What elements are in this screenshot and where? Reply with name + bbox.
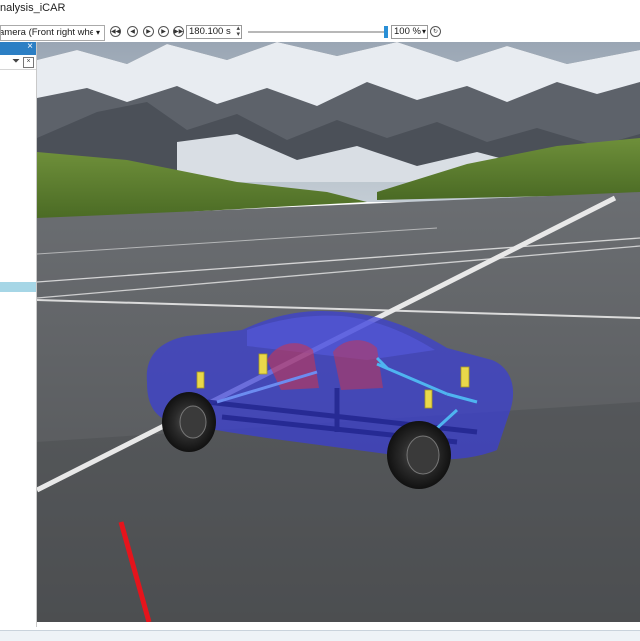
- clear-filter-icon[interactable]: ×: [23, 57, 34, 68]
- time-input[interactable]: 180.100 s ▴ ▾: [186, 25, 242, 39]
- time-slider[interactable]: [248, 26, 388, 38]
- animation-toolbar: amera (Front right wheel - 12) ▾ ◀◀ ◀ ▶ …: [0, 22, 640, 42]
- panel-toolbar: ⏷ ×: [0, 55, 36, 70]
- front-wheel: [387, 421, 451, 489]
- zoom-value: 100 %: [394, 26, 421, 37]
- zoom-select[interactable]: 100 % ▾: [391, 25, 428, 39]
- scene-canvas: [37, 42, 640, 622]
- left-panel: × ⏷ ×: [0, 41, 37, 627]
- step-back-icon[interactable]: ◀: [127, 26, 138, 37]
- time-slider-thumb[interactable]: [384, 26, 388, 38]
- start-icon[interactable]: ◀◀: [110, 26, 121, 37]
- play-icon[interactable]: ▶: [143, 26, 154, 37]
- end-icon[interactable]: ▶▶: [173, 26, 184, 37]
- animation-viewport[interactable]: [37, 42, 640, 622]
- selected-tree-row[interactable]: [0, 282, 36, 292]
- panel-header: ×: [0, 41, 36, 55]
- filter-icon[interactable]: ⏷: [12, 56, 20, 67]
- title-bar: nalysis_iCAR: [0, 0, 640, 20]
- spinner-icon[interactable]: ▴ ▾: [236, 25, 240, 38]
- camera-select[interactable]: amera (Front right wheel - 12) ▾: [0, 25, 105, 41]
- close-icon[interactable]: ×: [27, 41, 33, 52]
- chevron-down-icon: ▾: [421, 27, 426, 36]
- status-bar: [0, 630, 640, 641]
- window-title: nalysis_iCAR: [0, 2, 66, 14]
- chevron-down-icon: ▾: [93, 26, 103, 40]
- step-forward-icon[interactable]: ▶: [158, 26, 169, 37]
- camera-select-value: amera (Front right wheel - 12): [0, 27, 104, 38]
- refresh-icon[interactable]: ↻: [430, 26, 441, 37]
- rear-wheel: [162, 392, 216, 452]
- time-value: 180.100 s: [189, 26, 231, 37]
